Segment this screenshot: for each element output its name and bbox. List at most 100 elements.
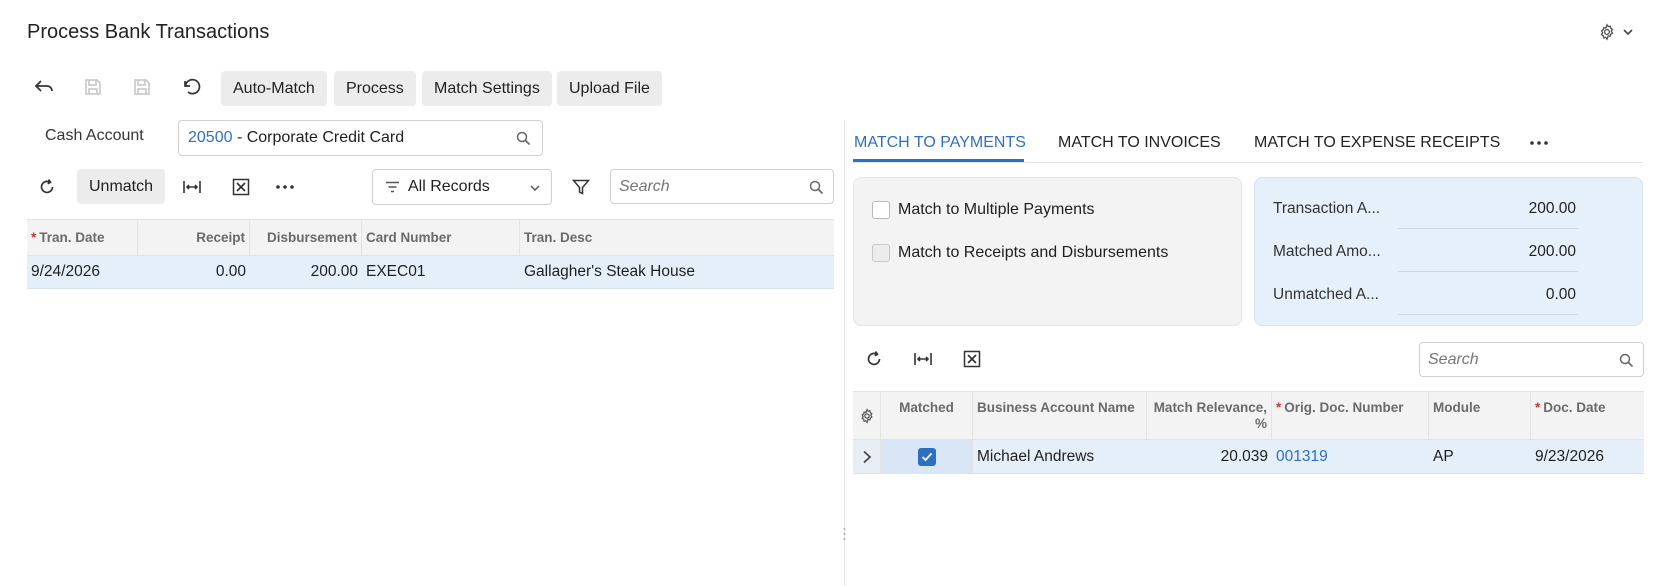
right-fit-columns-button[interactable] <box>907 343 939 375</box>
check-icon <box>921 452 933 462</box>
gear-icon <box>859 407 875 424</box>
matched-amount-label: Matched Amo... <box>1273 243 1381 260</box>
right-search-field[interactable] <box>1419 342 1644 377</box>
expand-row-button[interactable] <box>853 440 881 473</box>
more-icon <box>275 184 295 190</box>
cash-account-name: - Corporate Credit Card <box>232 129 405 146</box>
match-multiple-payments-label: Match to Multiple Payments <box>898 201 1095 218</box>
cash-account-label: Cash Account <box>45 127 144 144</box>
cell-module: AP <box>1433 447 1454 465</box>
more-icon <box>1529 140 1549 146</box>
cell-disbursement: 200.00 <box>310 263 358 280</box>
left-search-input[interactable] <box>619 177 799 196</box>
records-filter-select[interactable]: All Records <box>372 169 552 205</box>
fit-columns-icon <box>913 351 933 367</box>
upload-file-button[interactable]: Upload File <box>557 71 662 106</box>
match-summary-panel: Transaction A... 200.00 Matched Amo... 2… <box>1254 177 1643 326</box>
revert-button[interactable] <box>176 71 208 103</box>
matched-amount-row: Matched Amo... 200.00 <box>1273 232 1578 272</box>
cash-account-selector[interactable]: 20500 - Corporate Credit Card <box>178 120 543 156</box>
unmatched-amount-value: 0.00 <box>1398 275 1578 315</box>
cell-orig-doc-number-link[interactable]: 001319 <box>1272 440 1429 473</box>
column-header-tran-desc[interactable]: Tran. Desc <box>520 220 834 255</box>
records-filter-value: All Records <box>408 178 490 195</box>
cell-doc-date: 9/23/2026 <box>1535 447 1604 465</box>
grid-settings-button[interactable] <box>853 392 881 439</box>
table-row[interactable]: Michael Andrews 20.039 001319 AP 9/23/20… <box>853 440 1644 474</box>
matched-amount-value: 200.00 <box>1398 232 1578 272</box>
arrow-back-icon <box>34 79 54 95</box>
save-close-button[interactable] <box>126 71 158 103</box>
fit-columns-icon <box>182 179 202 195</box>
cell-match-relevance: 20.039 <box>1220 447 1268 465</box>
column-header-business-account-name[interactable]: Business Account Name <box>973 392 1147 439</box>
match-settings-button[interactable]: Match Settings <box>422 71 552 106</box>
chevron-down-icon <box>1622 26 1634 38</box>
unmatched-amount-row: Unmatched A... 0.00 <box>1273 275 1578 315</box>
chevron-right-icon <box>862 450 872 464</box>
page-title: Process Bank Transactions <box>27 21 270 43</box>
cell-matched[interactable] <box>881 440 973 473</box>
transaction-amount-value: 200.00 <box>1398 189 1578 229</box>
right-export-excel-button[interactable] <box>956 343 988 375</box>
export-excel-button[interactable] <box>225 171 257 203</box>
column-header-doc-date[interactable]: * Doc. Date <box>1531 392 1644 439</box>
column-header-card-number[interactable]: Card Number <box>362 220 520 255</box>
match-multiple-payments-checkbox[interactable] <box>872 201 890 219</box>
refresh-icon <box>865 350 883 368</box>
more-actions-button[interactable] <box>269 171 301 203</box>
table-row[interactable]: 9/24/2026 0.00 200.00 EXEC01 Gallagher's… <box>27 256 834 289</box>
refresh-button[interactable] <box>31 171 63 203</box>
column-header-orig-doc-number[interactable]: * Orig. Doc. Number <box>1272 392 1429 439</box>
more-tabs-button[interactable] <box>1529 140 1549 146</box>
transaction-amount-row: Transaction A... 200.00 <box>1273 189 1578 229</box>
column-header-module[interactable]: Module <box>1429 392 1531 439</box>
excel-icon <box>232 178 250 196</box>
undo-icon <box>182 78 202 96</box>
cell-business-account-name: Michael Andrews <box>977 447 1095 465</box>
filter-icon <box>385 181 400 193</box>
cell-tran-desc: Gallagher's Steak House <box>524 263 695 280</box>
tab-match-to-invoices[interactable]: MATCH TO INVOICES <box>1058 134 1221 152</box>
unmatched-amount-label: Unmatched A... <box>1273 286 1379 303</box>
splitter-handle[interactable] <box>842 526 847 542</box>
back-button[interactable] <box>28 71 60 103</box>
gear-icon <box>1598 23 1616 41</box>
left-grid-header: * Tran. Date Receipt Disbursement Card Nu… <box>27 219 834 256</box>
tab-match-to-payments[interactable]: MATCH TO PAYMENTS <box>854 134 1026 152</box>
right-search-input[interactable] <box>1428 350 1608 369</box>
transaction-amount-label: Transaction A... <box>1273 200 1381 217</box>
column-header-tran-date[interactable]: * Tran. Date <box>27 220 138 255</box>
refresh-icon <box>38 178 56 196</box>
cash-account-code[interactable]: 20500 <box>188 129 233 147</box>
match-receipts-disbursements-label: Match to Receipts and Disbursements <box>898 244 1169 261</box>
search-icon[interactable] <box>516 131 531 146</box>
auto-match-button[interactable]: Auto-Match <box>221 71 327 106</box>
column-header-receipt[interactable]: Receipt <box>138 220 250 255</box>
fit-columns-button[interactable] <box>176 171 208 203</box>
search-icon[interactable] <box>809 180 824 195</box>
unmatch-button[interactable]: Unmatch <box>77 169 166 204</box>
left-search-field[interactable] <box>610 169 834 204</box>
active-tab-indicator <box>853 159 1024 162</box>
save-icon <box>84 78 102 96</box>
save-icon <box>133 78 151 96</box>
match-receipts-disbursements-checkbox <box>872 244 890 262</box>
screen-settings-button[interactable] <box>1598 20 1642 44</box>
process-button[interactable]: Process <box>334 71 416 106</box>
search-icon[interactable] <box>1619 353 1634 368</box>
column-header-match-relevance[interactable]: Match Relevance,% <box>1147 392 1272 439</box>
excel-icon <box>963 350 981 368</box>
save-button[interactable] <box>77 71 109 103</box>
filter-button[interactable] <box>565 171 597 203</box>
column-header-disbursement[interactable]: Disbursement <box>250 220 362 255</box>
cell-tran-date: 9/24/2026 <box>31 263 100 280</box>
matched-checkbox[interactable] <box>917 447 936 466</box>
column-header-matched[interactable]: Matched <box>881 392 973 439</box>
panel-splitter[interactable] <box>844 120 845 586</box>
chevron-down-icon <box>529 182 541 194</box>
filter-icon <box>572 179 590 195</box>
tab-match-to-expense-receipts[interactable]: MATCH TO EXPENSE RECEIPTS <box>1254 134 1500 152</box>
right-refresh-button[interactable] <box>858 343 890 375</box>
tab-bar-divider <box>853 162 1643 163</box>
